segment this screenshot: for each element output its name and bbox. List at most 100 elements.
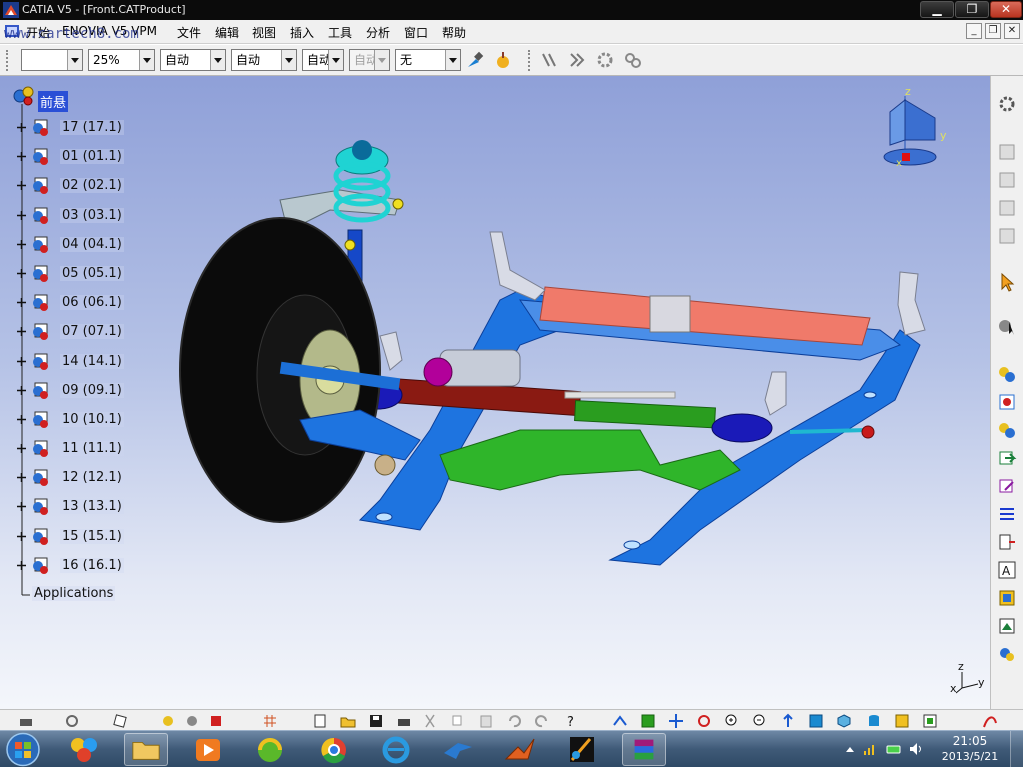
open-folder-icon[interactable] (340, 713, 356, 729)
point-combo[interactable]: 自动 (302, 49, 344, 71)
doc-restore-button[interactable]: ❐ (985, 23, 1001, 39)
internet-explorer-icon[interactable] (374, 733, 418, 766)
chevron-down-icon[interactable] (210, 50, 225, 70)
start-button[interactable] (4, 732, 42, 767)
chevron-down-icon[interactable] (445, 50, 460, 70)
help-icon[interactable]: ? (564, 713, 580, 729)
tree-node-label[interactable]: 02 (02.1) (60, 178, 124, 193)
chevron-down-icon[interactable] (67, 50, 82, 70)
plus-icon[interactable] (16, 239, 27, 250)
show-desktop-button[interactable] (1010, 731, 1023, 767)
menu-insert[interactable]: 插入 (290, 24, 314, 41)
color-combo[interactable] (21, 49, 83, 71)
tree-root-label[interactable]: 前悬 (38, 91, 69, 112)
plus-icon[interactable] (16, 297, 27, 308)
tree-node-label[interactable]: 12 (12.1) (60, 470, 124, 485)
chevron-down-icon[interactable] (374, 50, 389, 70)
lower-frame[interactable] (439, 429, 741, 491)
graph-tree-icon[interactable] (997, 392, 1017, 412)
battery-icon[interactable] (886, 741, 902, 757)
redo-icon[interactable] (534, 713, 550, 729)
cut-icon[interactable] (422, 713, 438, 729)
product-root-icon[interactable] (12, 84, 36, 108)
multi-view-icon[interactable] (808, 713, 824, 729)
gear-icon[interactable] (596, 51, 614, 69)
volume-icon[interactable] (908, 741, 924, 757)
plus-icon[interactable] (16, 414, 27, 425)
new-part-icon[interactable] (997, 198, 1017, 218)
assembly-icon[interactable] (208, 713, 224, 729)
properties-icon[interactable] (494, 51, 512, 69)
3d-viewport[interactable]: z y x z y x 前悬 17 (17.1) 01 (01.1) 02 (0… (0, 76, 990, 709)
catalog-icon[interactable] (997, 644, 1017, 664)
plus-icon[interactable] (16, 268, 27, 279)
rotate-view-icon[interactable] (696, 713, 712, 729)
manipulate-icon[interactable] (997, 316, 1017, 336)
select-arrow-icon[interactable] (997, 272, 1017, 292)
tree-node-label[interactable]: 03 (03.1) (60, 208, 124, 223)
rotate-icon[interactable] (64, 713, 80, 729)
generate-numbering-icon[interactable] (997, 420, 1017, 440)
tree-node-label[interactable]: 11 (11.1) (60, 441, 124, 456)
reorder-icon[interactable] (997, 448, 1017, 468)
layer-combo[interactable]: 自动 (349, 49, 390, 71)
plus-icon[interactable] (16, 443, 27, 454)
matlab-icon[interactable] (498, 733, 542, 766)
clock-time[interactable]: 21:05 (940, 734, 1000, 748)
plus-icon[interactable] (16, 180, 27, 191)
tree-node-label[interactable]: 17 (17.1) (60, 120, 124, 135)
lineweight-combo[interactable]: 自动 (231, 49, 297, 71)
constraint-list-icon[interactable] (997, 504, 1017, 524)
maximize-button[interactable]: ❐ (955, 1, 989, 18)
chevron-down-icon[interactable] (328, 50, 343, 70)
wheel-tire[interactable] (179, 217, 401, 523)
constraint-icon[interactable] (540, 51, 558, 69)
taskbar-app-icon[interactable] (62, 733, 106, 766)
existing-component-icon[interactable] (997, 226, 1017, 246)
isometric-view-icon[interactable] (836, 713, 852, 729)
tree-node-label[interactable]: 01 (01.1) (60, 149, 124, 164)
plus-icon[interactable] (16, 356, 27, 367)
sketch-icon[interactable] (112, 713, 128, 729)
linetype-combo[interactable]: 自动 (160, 49, 226, 71)
scene-icon[interactable] (997, 616, 1017, 636)
chevron-down-icon[interactable] (139, 50, 154, 70)
chevron-down-icon[interactable] (281, 50, 296, 70)
menu-help[interactable]: 帮助 (442, 24, 466, 41)
media-player-icon[interactable] (186, 733, 230, 766)
normal-view-icon[interactable] (780, 713, 796, 729)
tree-node-label[interactable]: 10 (10.1) (60, 412, 124, 427)
plus-icon[interactable] (16, 560, 27, 571)
tree-applications-label[interactable]: Applications (32, 586, 116, 601)
compass-widget[interactable]: z y x (883, 85, 947, 169)
toolbar-grip[interactable] (528, 50, 532, 71)
zoom-in-icon[interactable] (724, 713, 740, 729)
explorer-folder-icon[interactable] (124, 733, 168, 766)
plus-icon[interactable] (16, 151, 27, 162)
toolbar-grip[interactable] (6, 50, 10, 71)
render-style-icon[interactable] (866, 713, 882, 729)
close-button[interactable]: ✕ (990, 1, 1022, 18)
tree-node-label[interactable]: 15 (15.1) (60, 529, 124, 544)
chrome-icon[interactable] (312, 733, 356, 766)
menu-file[interactable]: 文件 (177, 24, 201, 41)
plus-icon[interactable] (16, 210, 27, 221)
doc-close-button[interactable]: ✕ (1004, 23, 1020, 39)
gears-icon[interactable] (624, 51, 642, 69)
reorder-tree-icon[interactable] (997, 532, 1017, 552)
replace-component-icon[interactable] (997, 364, 1017, 384)
tree-node-label[interactable]: 09 (09.1) (60, 383, 124, 398)
plus-icon[interactable] (16, 472, 27, 483)
painter-icon[interactable] (466, 51, 484, 69)
tree-node-label[interactable]: 04 (04.1) (60, 237, 124, 252)
new-document-icon[interactable] (312, 713, 328, 729)
swap-visible-icon[interactable] (922, 713, 938, 729)
tree-node-label[interactable]: 07 (07.1) (60, 324, 124, 339)
show-hidden-icons-icon[interactable] (842, 741, 858, 757)
text-annotation-icon[interactable]: A (997, 560, 1017, 580)
tree-node-label[interactable]: 06 (06.1) (60, 295, 124, 310)
plus-icon[interactable] (16, 326, 27, 337)
minimize-button[interactable]: ▁ (920, 1, 954, 18)
gear-icon[interactable] (184, 713, 200, 729)
grid-icon[interactable] (262, 713, 278, 729)
